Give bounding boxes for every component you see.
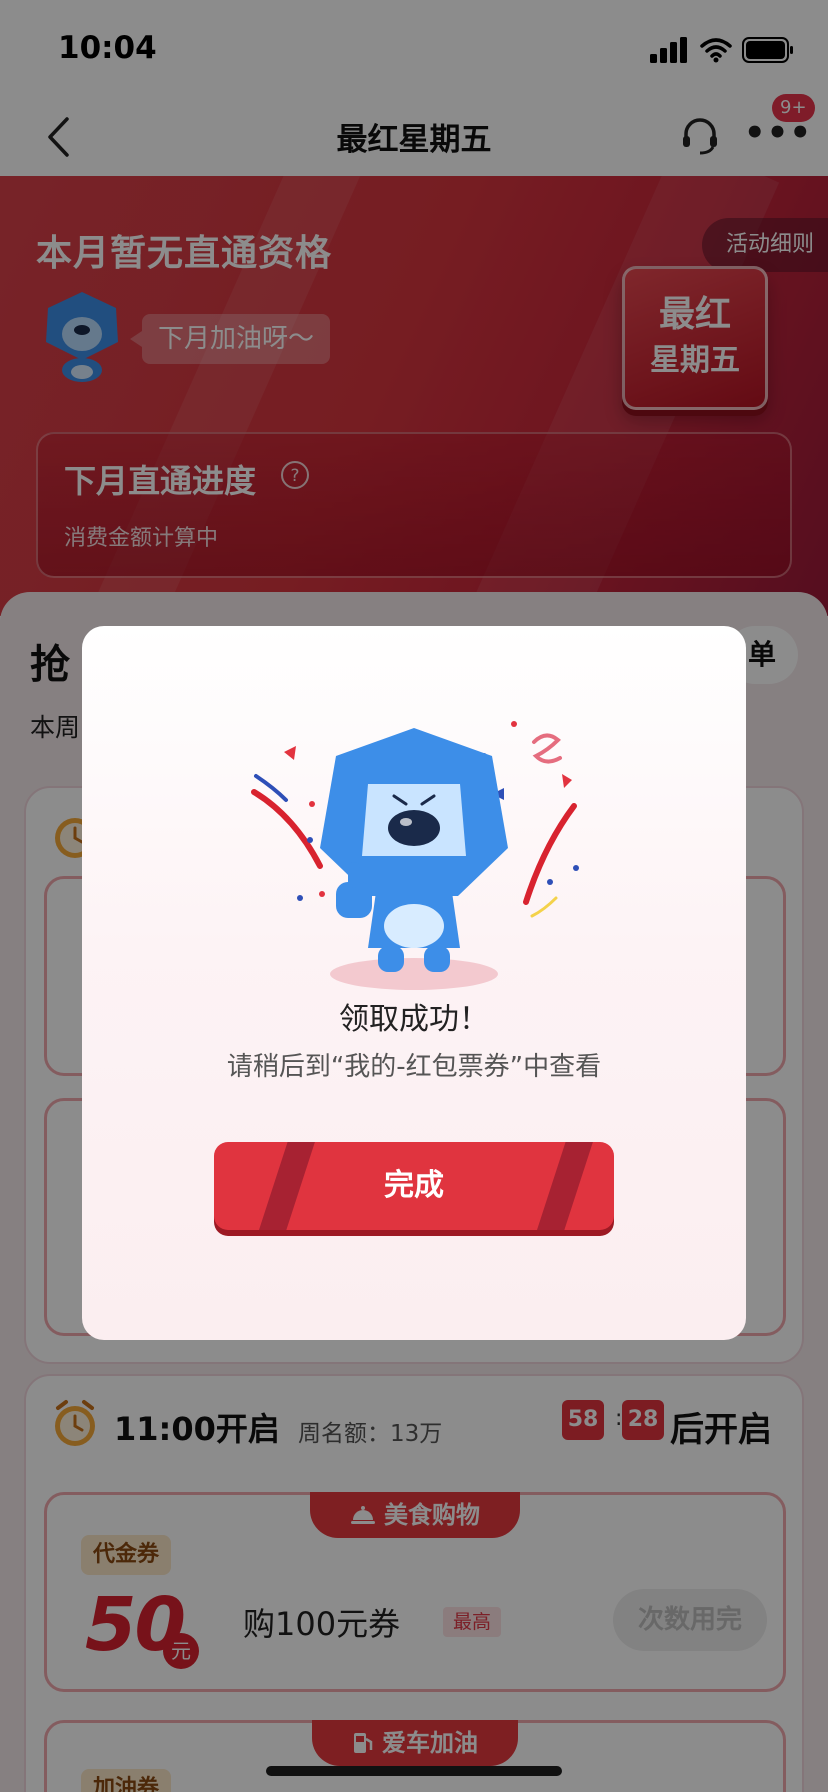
done-button-label: 完成: [384, 1168, 444, 1203]
success-title: 领取成功！: [339, 1002, 489, 1037]
home-indicator[interactable]: [266, 1766, 562, 1776]
success-dialog: 领取成功！ 请稍后到“我的-红包票券”中查看 完成: [82, 626, 746, 1340]
celebration-mascot-icon: [251, 721, 579, 990]
success-subtitle: 请稍后到“我的-红包票券”中查看: [226, 1052, 602, 1082]
done-button[interactable]: 完成: [214, 1142, 614, 1230]
